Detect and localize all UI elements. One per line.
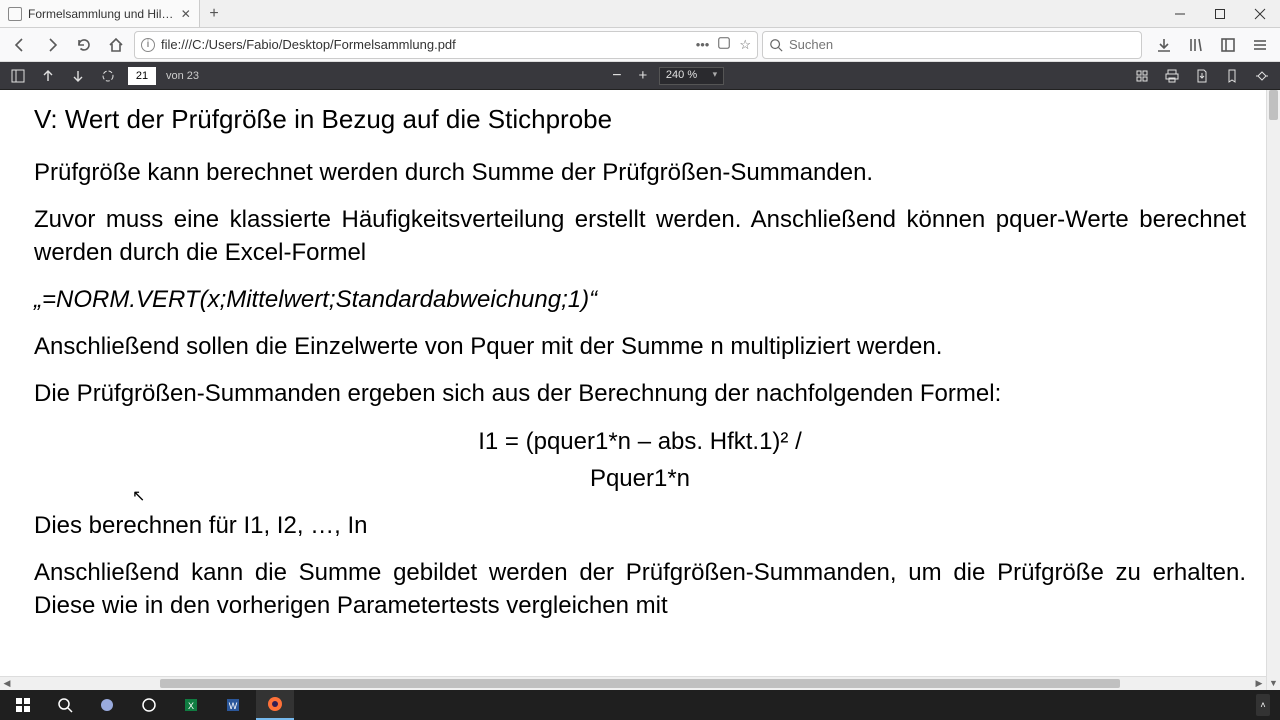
browser-tab[interactable]: Formelsammlung und Hilfsmittel S… ✕ [0,0,200,27]
url-text: file:///C:/Users/Fabio/Desktop/Formelsam… [161,37,690,52]
doc-formula: Pquer1*n [34,462,1246,495]
zoom-select[interactable]: 240 % [659,67,724,85]
sidebar-button[interactable] [1214,31,1242,59]
page-up-button[interactable] [38,66,58,86]
firefox-taskbar-icon[interactable] [256,690,294,720]
download-pdf-button[interactable] [1192,66,1212,86]
ellipsis-icon[interactable]: ••• [696,37,710,52]
browser-navbar: i file:///C:/Users/Fabio/Desktop/Formels… [0,28,1280,62]
scroll-thumb-v[interactable] [1269,90,1278,120]
scroll-left-button[interactable]: ◀ [0,677,14,690]
minimize-button[interactable] [1160,0,1200,27]
page-down-button[interactable] [68,66,88,86]
start-button[interactable] [4,690,42,720]
page-number-input[interactable] [128,67,156,85]
new-tab-button[interactable]: + [200,0,228,27]
pdf-page-content: V: Wert der Prüfgröße in Bezug auf die S… [0,90,1280,656]
doc-formula: „=NORM.VERT(x;Mittelwert;Standardabweich… [34,283,1246,316]
loading-spinner-icon [98,66,118,86]
windows-taskbar: X W ˄ [0,690,1280,720]
doc-formula: I1 = (pquer1*n – abs. Hfkt.1)² / [34,425,1246,458]
presentation-button[interactable] [1132,66,1152,86]
maximize-button[interactable] [1200,0,1240,27]
svg-text:X: X [188,701,194,711]
reader-mode-icon[interactable] [717,36,731,53]
scroll-right-button[interactable]: ▶ [1252,677,1266,690]
downloads-button[interactable] [1150,31,1178,59]
zoom-out-button[interactable]: − [607,66,627,86]
tray-overflow-icon[interactable]: ˄ [1256,694,1270,716]
doc-paragraph: Zuvor muss eine klassierte Häufigkeitsve… [34,203,1246,269]
svg-text:W: W [229,701,238,711]
pdf-viewport[interactable]: V: Wert der Prüfgröße in Bezug auf die S… [0,90,1280,690]
excel-taskbar-icon[interactable]: X [172,690,210,720]
word-taskbar-icon[interactable]: W [214,690,252,720]
doc-paragraph: Dies berechnen für I1, I2, …, In [34,509,1246,542]
tab-title: Formelsammlung und Hilfsmittel S… [28,7,174,21]
search-icon [769,38,783,52]
search-input[interactable] [789,37,1135,52]
vertical-scrollbar[interactable]: ▲ ▼ [1266,90,1280,690]
toggle-sidebar-button[interactable] [8,66,28,86]
print-button[interactable] [1162,66,1182,86]
scroll-down-button[interactable]: ▼ [1267,676,1280,690]
taskbar-app-icon[interactable] [88,690,126,720]
search-bar[interactable] [762,31,1142,59]
horizontal-scrollbar[interactable]: ◀ ▶ [0,676,1266,690]
page-total-label: von 23 [166,70,199,82]
doc-paragraph: Prüfgröße kann berechnet werden durch Su… [34,156,1246,189]
system-tray[interactable]: ˄ [1256,694,1276,716]
bookmark-star-icon[interactable]: ☆ [739,37,751,53]
browser-titlebar: Formelsammlung und Hilfsmittel S… ✕ + [0,0,1280,28]
pdf-favicon-icon [8,7,22,21]
scroll-thumb-h[interactable] [160,679,1120,688]
close-window-button[interactable] [1240,0,1280,27]
search-taskbar-button[interactable] [46,690,84,720]
zoom-in-button[interactable]: + [633,66,653,86]
menu-button[interactable] [1246,31,1274,59]
doc-paragraph: Die Prüfgrößen-Summanden ergeben sich au… [34,377,1246,410]
forward-button[interactable] [38,31,66,59]
doc-paragraph: Anschließend sollen die Einzelwerte von … [34,330,1246,363]
close-tab-button[interactable]: ✕ [180,7,191,21]
window-controls [1160,0,1280,27]
url-bar[interactable]: i file:///C:/Users/Fabio/Desktop/Formels… [134,31,758,59]
library-button[interactable] [1182,31,1210,59]
home-button[interactable] [102,31,130,59]
doc-paragraph: Anschließend kann die Summe gebildet wer… [34,556,1246,622]
bookmark-button[interactable] [1222,66,1242,86]
info-icon[interactable]: i [141,38,155,52]
back-button[interactable] [6,31,34,59]
doc-heading: V: Wert der Prüfgröße in Bezug auf die S… [34,102,1246,138]
reload-button[interactable] [70,31,98,59]
pdf-toolbar: von 23 − + 240 % [0,62,1280,90]
tools-button[interactable] [1252,66,1272,86]
taskbar-app-icon[interactable] [130,690,168,720]
